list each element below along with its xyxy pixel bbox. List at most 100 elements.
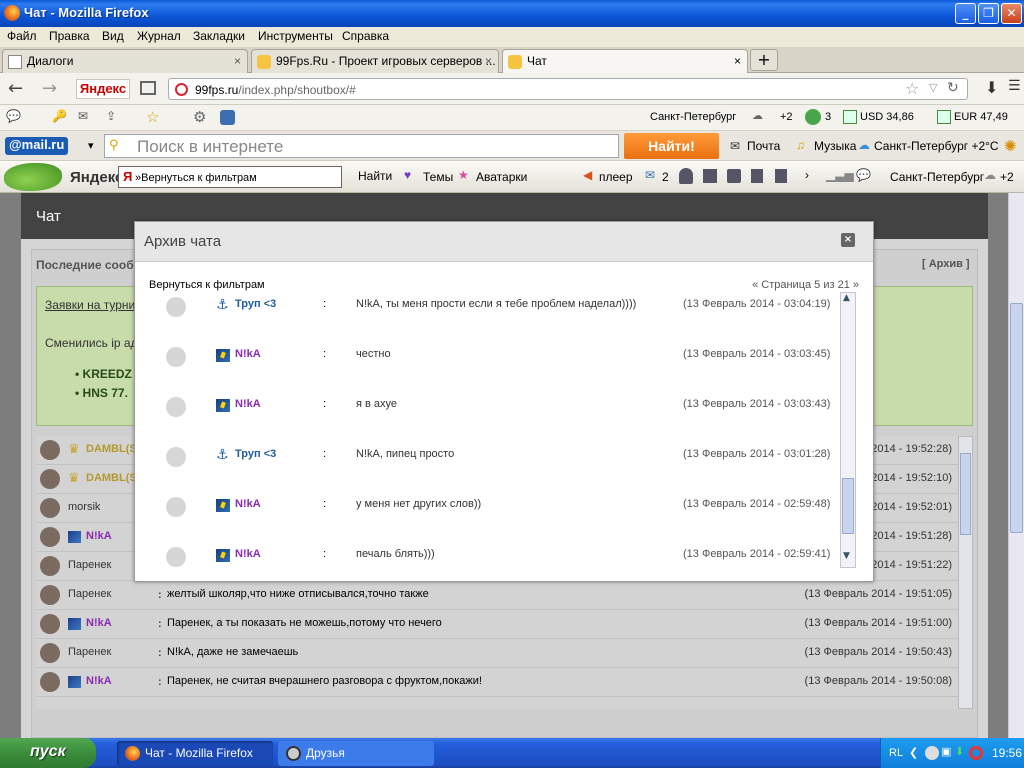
yandex-weather-city[interactable]: Санкт-Петербург <box>890 170 984 184</box>
chat-author[interactable]: Паренек <box>68 588 111 600</box>
chat-author[interactable]: N!kA <box>86 617 112 629</box>
download-icon[interactable]: ⬇ <box>955 745 964 758</box>
avatar[interactable] <box>166 447 186 467</box>
avatar[interactable] <box>40 527 60 547</box>
chat-bubble-icon[interactable]: 💬 <box>856 168 871 182</box>
avatar[interactable] <box>40 469 60 489</box>
yandex-weather-temp[interactable]: +2 <box>1000 170 1014 184</box>
chat-scrollbar[interactable] <box>958 436 973 709</box>
message-author[interactable]: N!kA <box>235 348 261 360</box>
tab-chat[interactable]: Чат × <box>502 49 748 74</box>
tab-99fps[interactable]: 99Fps.Ru - Проект игровых серверов ... × <box>251 49 499 73</box>
message-author[interactable]: N!kA <box>235 498 261 510</box>
share-icon[interactable]: ⇪ <box>106 109 116 123</box>
chat-author[interactable]: Паренек <box>68 559 111 571</box>
avatar[interactable] <box>166 297 186 317</box>
user-icon[interactable] <box>679 168 693 184</box>
key-icon[interactable]: 🔑 <box>52 109 67 123</box>
close-button[interactable]: ✕ <box>1001 3 1022 24</box>
language-indicator[interactable]: RL <box>889 747 903 759</box>
page-scrollbar[interactable] <box>1008 193 1024 738</box>
minimize-button[interactable]: _ <box>955 3 976 24</box>
yandex-mail-count[interactable]: 2 <box>662 170 669 184</box>
new-tab-button[interactable]: + <box>750 49 778 71</box>
menu-history[interactable]: Журнал <box>137 29 181 43</box>
tabs-grid-icon[interactable] <box>140 81 156 95</box>
scroll-up-icon[interactable]: ▲ <box>843 293 850 303</box>
reload-icon[interactable]: ↻ <box>947 80 959 96</box>
dropdown-icon[interactable]: ▽ <box>929 81 937 94</box>
chevron-left-icon[interactable]: ❮ <box>909 746 918 759</box>
bookmark-star-icon[interactable]: ☆ <box>905 79 919 98</box>
tournament-link[interactable]: Заявки на турни <box>45 298 135 312</box>
avatars-link[interactable]: Аватарки <box>476 170 527 184</box>
menu-bookmarks[interactable]: Закладки <box>193 29 245 43</box>
mailru-find-button[interactable]: Найти! <box>624 133 719 159</box>
document-icon[interactable] <box>775 169 787 183</box>
sun-icon[interactable]: ✺ <box>1004 137 1017 155</box>
yandex-find-button[interactable]: Найти <box>358 169 392 183</box>
mailru-search-field[interactable]: ⚲ Поиск в интернете <box>104 134 619 158</box>
player-link[interactable]: плеер <box>599 170 633 184</box>
maximize-button[interactable]: ❐ <box>978 3 999 24</box>
weather-city[interactable]: Санкт-Петербург <box>650 111 736 123</box>
yandex-search-field[interactable]: Я »Вернуться к фильтрам <box>118 166 342 188</box>
message-author[interactable]: Труп <3 <box>235 448 276 460</box>
modal-scrollbar[interactable]: ▲ ▼ <box>840 292 856 568</box>
avatar[interactable] <box>40 614 60 634</box>
avatar[interactable] <box>40 556 60 576</box>
avatar[interactable] <box>40 643 60 663</box>
opera-icon[interactable] <box>969 746 983 760</box>
film-icon[interactable] <box>751 169 763 183</box>
steam-tray-icon[interactable] <box>925 746 939 760</box>
tab-close-icon[interactable]: × <box>485 54 492 68</box>
eur-rate[interactable]: EUR 47,49 <box>954 111 1008 123</box>
chat-author[interactable]: DAMBL(S <box>86 472 137 484</box>
chevron-right-icon[interactable]: › <box>805 168 809 182</box>
themes-link[interactable]: Темы <box>423 170 453 184</box>
modal-close-button[interactable]: × <box>841 233 855 247</box>
gear-icon[interactable]: ⚙ <box>193 108 206 126</box>
chat-author[interactable]: Паренек <box>68 646 111 658</box>
menu-tools[interactable]: Инструменты <box>258 29 333 43</box>
download-arrow-icon[interactable]: ⬇ <box>985 78 998 97</box>
chat-bubble-icon[interactable]: 💬 <box>6 109 21 123</box>
pager[interactable]: « Страница 5 из 21 » <box>752 279 859 291</box>
menu-icon[interactable]: ☰ <box>1008 78 1021 94</box>
archive-link[interactable]: [ Архив ] <box>922 258 970 270</box>
message-author[interactable]: N!kA <box>235 398 261 410</box>
avatar[interactable] <box>166 347 186 367</box>
mailru-logo[interactable]: @mail.ru <box>5 137 69 155</box>
mail-link[interactable]: Почта <box>747 139 780 153</box>
scroll-down-icon[interactable]: ▼ <box>843 551 850 561</box>
menu-edit[interactable]: Правка <box>49 29 90 43</box>
forward-arrow-icon[interactable]: → <box>42 78 57 99</box>
avatar[interactable] <box>40 498 60 518</box>
mail-count[interactable]: 3 <box>825 111 831 123</box>
signal-icon[interactable]: ▁▃▅ <box>826 168 854 182</box>
chevron-down-icon[interactable]: ▾ <box>88 139 94 152</box>
chat-author[interactable]: N!kA <box>86 675 112 687</box>
weather-temp[interactable]: +2 <box>780 111 793 123</box>
back-arrow-icon[interactable]: ← <box>8 78 23 99</box>
mail-icon[interactable]: ✉ <box>78 109 88 123</box>
tab-close-icon[interactable]: × <box>734 54 741 68</box>
network-icon[interactable]: ▣ <box>941 745 951 758</box>
scroll-thumb[interactable] <box>1010 303 1023 533</box>
addon-icon[interactable] <box>220 110 235 125</box>
star-icon[interactable]: ☆ <box>146 108 159 126</box>
menu-help[interactable]: Справка <box>342 29 389 43</box>
yandex-button[interactable]: Яндекс <box>76 79 130 99</box>
avatar[interactable] <box>40 672 60 692</box>
address-bar[interactable]: 99fps.ru/index.php/shoutbox/# ☆ ▽ ↻ <box>168 78 968 100</box>
chat-author[interactable]: N!kA <box>86 530 112 542</box>
message-author[interactable]: Труп <3 <box>235 298 276 310</box>
camera-icon[interactable] <box>727 169 741 183</box>
start-button[interactable]: пуск <box>0 738 96 768</box>
music-link[interactable]: Музыка <box>814 139 856 153</box>
taskbar-item-friends[interactable]: Друзья <box>278 741 434 766</box>
tab-dialogs[interactable]: Диалоги × <box>2 49 248 73</box>
tab-close-icon[interactable]: × <box>234 54 241 68</box>
message-author[interactable]: N!kA <box>235 548 261 560</box>
back-to-filters-link[interactable]: Вернуться к фильтрам <box>149 279 265 291</box>
